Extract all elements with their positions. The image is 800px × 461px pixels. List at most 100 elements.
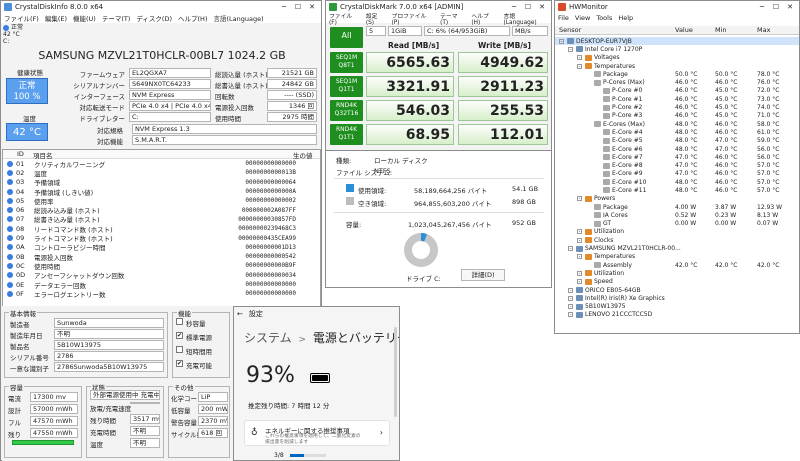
hw-row[interactable]: IA Cores 0.52 W 0.23 W 8.13 W — [555, 211, 799, 219]
cdi-menu-theme[interactable]: テーマ(T) — [99, 13, 134, 23]
expand-toggle-icon[interactable]: - — [577, 237, 582, 243]
hw-row[interactable]: P-Core #3 46.0 °C 45.0 °C 71.0 °C — [555, 112, 799, 120]
maximize-icon[interactable]: ☐ — [521, 1, 535, 13]
hw-row[interactable]: Package 50.0 °C 50.0 °C 78.0 °C — [555, 70, 799, 78]
hw-row[interactable]: - DESKTOP-EUR7VJB — [555, 37, 799, 46]
hw-row[interactable]: - Temperatures — [555, 253, 799, 261]
expand-toggle-icon[interactable]: - — [577, 229, 582, 235]
minimize-icon[interactable]: ─ — [507, 1, 521, 13]
test-button[interactable]: SEQ1M Q1T1 — [330, 76, 363, 97]
hw-row[interactable]: - 5B10W13975 — [555, 303, 799, 311]
count-select[interactable]: 5 — [366, 26, 386, 36]
detail-button[interactable]: 詳細(D) — [461, 269, 505, 281]
hw-row[interactable]: - Clocks — [555, 236, 799, 244]
smart-table[interactable]: ID 項目名 生の値 01 クリティカルワーニング 00000000000000 02… — [2, 149, 321, 307]
hw-row[interactable]: P-Core #1 46.0 °C 45.0 °C 73.0 °C — [555, 95, 799, 103]
checkbox[interactable] — [176, 346, 183, 353]
all-button[interactable]: All — [330, 27, 363, 48]
expand-toggle-icon[interactable]: - — [577, 279, 582, 285]
smart-row[interactable]: 01 クリティカルワーニング 00000000000000 — [3, 159, 320, 169]
cdi-menu-function[interactable]: 機能(U) — [70, 13, 99, 23]
hw-row[interactable]: - Voltages — [555, 54, 799, 62]
hw-row[interactable]: - Intel Core i7 1270P — [555, 45, 799, 53]
expand-toggle-icon[interactable]: - — [568, 295, 573, 301]
hw-row[interactable]: Package 4.00 W 3.87 W 12.93 W — [555, 203, 799, 211]
expand-toggle-icon[interactable]: - — [577, 55, 582, 61]
expand-toggle-icon[interactable]: - — [559, 38, 564, 44]
close-icon[interactable]: ✕ — [535, 1, 549, 13]
hw-row[interactable]: E-Cores (Max) 48.0 °C 46.0 °C 58.0 °C — [555, 120, 799, 128]
hw-row[interactable]: E-Core #4 48.0 °C 46.0 °C 61.0 °C — [555, 128, 799, 136]
smart-row[interactable]: 05 使用率 00000000000002 — [3, 196, 320, 206]
smart-row[interactable]: 0B 電源投入回数 00000000000542 — [3, 252, 320, 262]
smart-row[interactable]: 0E データエラー回数 00000000000000 — [3, 280, 320, 290]
smart-row[interactable]: 08 リードコマンド数 (ホスト) 00000000239468C3 — [3, 224, 320, 234]
cdi-menu-help[interactable]: ヘルプ(H) — [175, 13, 210, 23]
hw-menu-view[interactable]: View — [572, 14, 593, 22]
hw-menu-tools[interactable]: Tools — [593, 14, 615, 22]
scrollbar[interactable] — [394, 327, 397, 417]
hw-row[interactable]: - SAMSUNG MZVL21T0HCLR-00... — [555, 244, 799, 252]
hw-header-max[interactable]: Max — [757, 26, 770, 34]
minimize-icon[interactable]: ─ — [277, 1, 291, 13]
maximize-icon[interactable]: ☐ — [769, 1, 783, 13]
test-button[interactable]: RND4K Q32T16 — [330, 100, 363, 121]
checkbox[interactable]: ✔ — [176, 332, 183, 339]
smart-row[interactable]: 07 総書き込み量 (ホスト) 00000000030857FD — [3, 215, 320, 224]
smart-row[interactable]: 04 予備領域 (しきい値) 0000000000000A — [3, 187, 320, 197]
smart-row[interactable]: 0F エラーログエントリー数 00000000000000 — [3, 289, 320, 299]
expand-toggle-icon[interactable]: - — [568, 287, 573, 293]
minimize-icon[interactable]: ─ — [755, 1, 769, 13]
hw-row[interactable]: E-Core #6 48.0 °C 47.0 °C 56.0 °C — [555, 145, 799, 153]
hw-header-sensor[interactable]: Sensor — [559, 26, 581, 34]
hw-row[interactable]: E-Core #10 48.0 °C 46.0 °C 57.0 °C — [555, 178, 799, 186]
smart-header-raw[interactable]: 生の値 — [293, 150, 313, 160]
maximize-icon[interactable]: ☐ — [291, 1, 305, 13]
hw-row[interactable]: - LENOVO 21CCCTCC5D — [555, 311, 799, 319]
hw-row[interactable]: P-Core #0 46.0 °C 45.0 °C 72.0 °C — [555, 87, 799, 95]
hw-row[interactable]: E-Core #8 47.0 °C 46.0 °C 57.0 °C — [555, 161, 799, 169]
smart-row[interactable]: 06 総読み込み量 (ホスト) 000000002A087FF — [3, 205, 320, 215]
recommendation-card[interactable]: ♁ エネルギーに関する推奨事項 これらの推奨事項を適用して、二酸化炭素の排出量を… — [244, 420, 390, 446]
hw-row[interactable]: - Intel(R) Iris(R) Xe Graphics — [555, 294, 799, 302]
expand-toggle-icon[interactable]: - — [577, 196, 582, 202]
smart-header-id[interactable]: ID — [3, 150, 33, 158]
smart-header-name[interactable]: 項目名 — [33, 150, 293, 160]
cdi-menu-file[interactable]: ファイル(F) — [1, 13, 42, 23]
checkbox[interactable]: ✔ — [176, 360, 183, 367]
hw-row[interactable]: - Temperatures — [555, 62, 799, 70]
hw-row[interactable]: - Powers — [555, 195, 799, 203]
smart-row[interactable]: 03 予備領域 00000000000064 — [3, 178, 320, 187]
hw-menu-help[interactable]: Help — [615, 14, 636, 22]
drive-select[interactable]: C: 6% (64/953GiB) — [424, 26, 510, 36]
test-button[interactable]: SEQ1M Q8T1 — [330, 52, 363, 73]
close-icon[interactable]: ✕ — [783, 1, 797, 13]
smart-row[interactable]: 0D アンセーフシャットダウン回数 00000000000034 — [3, 271, 320, 280]
hw-header-min[interactable]: Min — [715, 26, 727, 34]
test-button[interactable]: RND4K Q1T1 — [330, 124, 363, 145]
back-arrow-icon[interactable]: ← — [237, 310, 243, 318]
hw-row[interactable]: - Utilization — [555, 269, 799, 277]
expand-toggle-icon[interactable]: - — [568, 246, 573, 252]
expand-toggle-icon[interactable]: - — [568, 304, 573, 310]
hw-row[interactable]: P-Cores (Max) 46.0 °C 46.0 °C 76.0 °C — [555, 78, 799, 86]
expand-toggle-icon[interactable]: - — [577, 254, 582, 260]
hw-sensor-tree[interactable]: - DESKTOP-EUR7VJB - Intel Core i7 1270P - Vol… — [555, 37, 799, 319]
hw-header-value[interactable]: Value — [675, 26, 693, 34]
smart-row[interactable]: 09 ライトコマンド数 (ホスト) 00000000435CEA99 — [3, 233, 320, 243]
hw-row[interactable]: Assembly 42.0 °C 42.0 °C 42.0 °C — [555, 261, 799, 269]
smart-row[interactable]: 02 温度 0000000000013B — [3, 168, 320, 178]
breadcrumb-parent[interactable]: システム — [244, 331, 292, 345]
unit-select[interactable]: MB/s — [512, 26, 548, 36]
hw-row[interactable]: GT 0.00 W 0.00 W 0.07 W — [555, 220, 799, 228]
hw-row[interactable]: - Speed — [555, 278, 799, 286]
hw-row[interactable]: E-Core #5 48.0 °C 47.0 °C 59.0 °C — [555, 137, 799, 145]
drive-tab[interactable]: 正常 42 °C C: — [3, 24, 29, 46]
expand-toggle-icon[interactable]: - — [568, 46, 573, 52]
hw-row[interactable]: - Utilization — [555, 228, 799, 236]
expand-toggle-icon[interactable]: - — [577, 63, 582, 69]
expand-toggle-icon[interactable]: - — [568, 312, 573, 318]
hw-menu-file[interactable]: File — [555, 14, 572, 22]
hw-row[interactable]: - ORICO EB05-64GB — [555, 286, 799, 294]
hw-row[interactable]: E-Core #7 47.0 °C 46.0 °C 56.0 °C — [555, 153, 799, 161]
